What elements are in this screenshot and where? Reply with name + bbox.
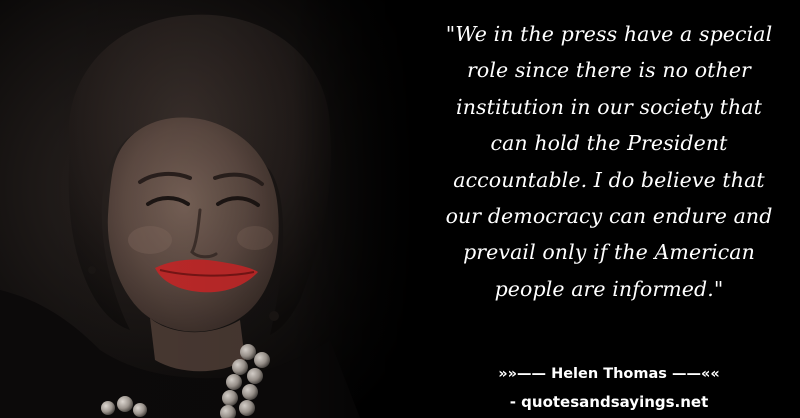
source-watermark: - quotesandsayings.net [509, 393, 709, 411]
quote-line: accountable. I do believe that [453, 167, 765, 192]
quote-line: people are informed." [494, 276, 724, 301]
quote-panel: "We in the press have a special role sin… [418, 0, 800, 418]
quote-image: "We in the press have a special role sin… [0, 0, 800, 418]
quote-line: "We in the press have a special [445, 22, 773, 46]
quote-line: institution in our society that [456, 94, 762, 119]
quote-line: can hold the President [490, 131, 728, 156]
quote-line: prevail only if the American [463, 240, 755, 265]
quote-line: role since there is no other [467, 58, 751, 83]
quote-attribution: »»—— Helen Thomas ——«« [498, 366, 720, 382]
portrait-photo [0, 0, 420, 418]
quote-line: our democracy can endure and [445, 204, 773, 229]
quote-text: "We in the press have a special role sin… [418, 16, 800, 307]
